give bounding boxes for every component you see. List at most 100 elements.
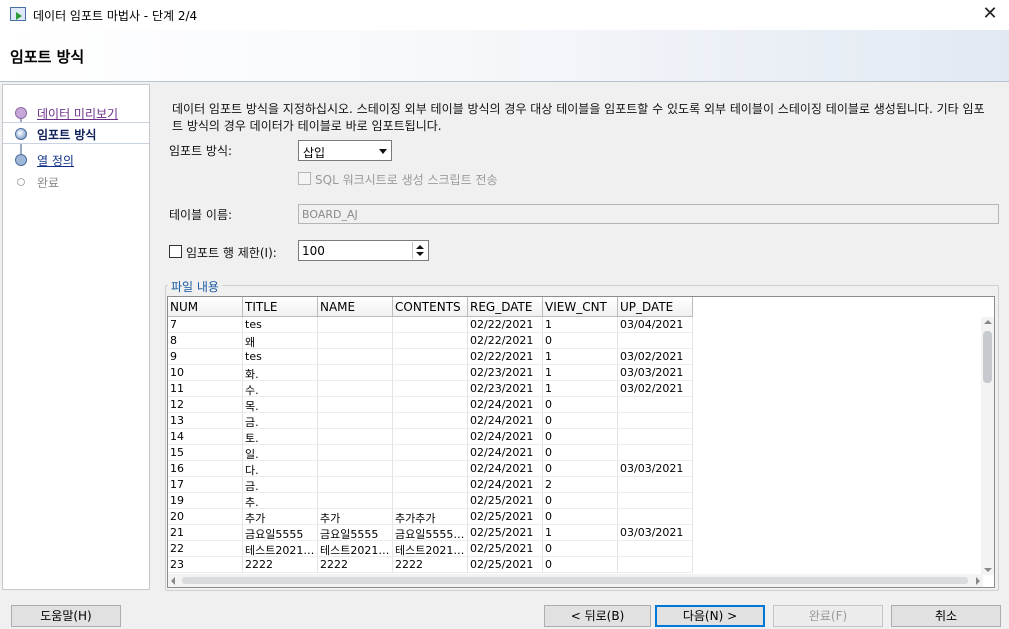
step-import-method[interactable]: 임포트 방식	[3, 122, 149, 144]
step-data-preview[interactable]: 데이터 미리보기	[3, 102, 149, 124]
next-button[interactable]: 다음(N) >	[655, 605, 765, 627]
column-header[interactable]: VIEW_CNT	[543, 297, 618, 317]
table-row[interactable]: 16 다. 02/24/2021 0 03/03/2021	[168, 461, 693, 477]
table-cell: 20	[168, 509, 243, 525]
table-cell: 1	[543, 365, 618, 381]
table-cell: 0	[543, 429, 618, 445]
table-cell: 금요일5555,...	[393, 525, 468, 541]
scroll-up-icon[interactable]	[984, 320, 992, 324]
limit-rows-checkbox[interactable]	[169, 245, 182, 258]
stepper-up-icon[interactable]	[416, 245, 424, 249]
help-button[interactable]: 도움말(H)	[11, 605, 121, 627]
table-cell: 금요일5555	[243, 525, 318, 541]
table-row[interactable]: 12 목. 02/24/2021 0	[168, 397, 693, 413]
table-cell	[318, 461, 393, 477]
table-cell: tes	[243, 349, 318, 365]
table-cell: 테스트2021,...	[318, 541, 393, 557]
table-cell: 0	[543, 413, 618, 429]
table-row[interactable]: 8 왜 02/22/2021 0	[168, 333, 693, 349]
table-cell: 일.	[243, 445, 318, 461]
table-name-value: BOARD_AJ	[302, 208, 358, 221]
table-cell: 03/02/2021	[618, 381, 693, 397]
table-cell	[393, 429, 468, 445]
table-cell: 금.	[243, 477, 318, 493]
table-cell: 8	[168, 333, 243, 349]
table-row[interactable]: 15 일. 02/24/2021 0	[168, 445, 693, 461]
table-cell	[393, 317, 468, 333]
table-row[interactable]: 9 tes 02/22/2021 1 03/02/2021	[168, 349, 693, 365]
scroll-down-icon[interactable]	[984, 568, 992, 572]
column-header[interactable]: UP_DATE	[618, 297, 693, 317]
table-cell: tes	[243, 317, 318, 333]
column-header[interactable]: CONTENTS	[393, 297, 468, 317]
scroll-left-icon[interactable]	[171, 577, 175, 585]
limit-rows-stepper[interactable]: 100	[298, 240, 429, 261]
step-finish: 완료	[3, 171, 149, 193]
table-row[interactable]: 23 2222 2222 2222 02/25/2021 0	[168, 557, 693, 573]
table-row[interactable]: 20 추가 추가 추가추가 02/25/2021 0	[168, 509, 693, 525]
table-cell: 2222	[393, 557, 468, 573]
table-cell	[318, 429, 393, 445]
table-cell	[318, 397, 393, 413]
table-row[interactable]: 22 테스트2021,... 테스트2021,... 테스트2021,... 02/25…	[168, 541, 693, 557]
step-column-definition[interactable]: 열 정의	[3, 149, 149, 171]
table-cell: 추가추가	[393, 509, 468, 525]
table-cell: 0	[543, 493, 618, 509]
table-row[interactable]: 13 금. 02/24/2021 0	[168, 413, 693, 429]
table-cell: 03/04/2021	[618, 317, 693, 333]
import-method-select[interactable]: 삽입	[298, 140, 392, 161]
table-cell: 0	[543, 445, 618, 461]
table-cell	[618, 541, 693, 557]
horizontal-scrollbar[interactable]	[168, 574, 983, 587]
scroll-thumb[interactable]	[182, 577, 968, 584]
table-cell: 수.	[243, 381, 318, 397]
table-cell: 금.	[243, 413, 318, 429]
table-cell: 02/25/2021	[468, 493, 543, 509]
table-row[interactable]: 17 금. 02/24/2021 2	[168, 477, 693, 493]
table-cell: 15	[168, 445, 243, 461]
sql-worksheet-label: SQL 워크시트로 생성 스크립트 전송	[315, 173, 498, 187]
vertical-scrollbar[interactable]	[981, 317, 994, 575]
table-cell	[318, 333, 393, 349]
table-cell: 2222	[318, 557, 393, 573]
table-cell: 화.	[243, 365, 318, 381]
table-row[interactable]: 11 수. 02/23/2021 1 03/02/2021	[168, 381, 693, 397]
table-row[interactable]: 14 토. 02/24/2021 0	[168, 429, 693, 445]
cancel-button[interactable]: 취소	[891, 605, 1001, 627]
table-row[interactable]: 19 추. 02/25/2021 0	[168, 493, 693, 509]
table-cell	[318, 413, 393, 429]
scroll-thumb[interactable]	[983, 331, 992, 383]
column-header[interactable]: NAME	[318, 297, 393, 317]
sql-worksheet-checkbox[interactable]	[298, 172, 311, 185]
table-row[interactable]: 7 tes 02/22/2021 1 03/04/2021	[168, 317, 693, 333]
chevron-down-icon	[379, 149, 387, 154]
back-button[interactable]: < 뒤로(B)	[544, 605, 651, 627]
stepper-down-icon[interactable]	[416, 252, 424, 256]
table-cell: 03/03/2021	[618, 365, 693, 381]
scroll-right-icon[interactable]	[976, 577, 980, 585]
table-cell: 02/22/2021	[468, 333, 543, 349]
finish-button[interactable]: 완료(F)	[773, 605, 883, 627]
table-row[interactable]: 10 화. 02/23/2021 1 03/03/2021	[168, 365, 693, 381]
limit-rows-value: 100	[302, 244, 325, 258]
table-cell: 02/25/2021	[468, 509, 543, 525]
table-cell: 16	[168, 461, 243, 477]
stepper-buttons[interactable]	[412, 242, 427, 259]
table-row[interactable]: 21 금요일5555 금요일5555 금요일5555,... 02/25/2021 1 03…	[168, 525, 693, 541]
table-cell	[318, 445, 393, 461]
table-body: 7 tes 02/22/2021 1 03/04/2021 8 왜 02/22/2021 0 9 t…	[168, 317, 693, 573]
table-cell	[393, 461, 468, 477]
column-header[interactable]: NUM	[168, 297, 243, 317]
table-cell: 22	[168, 541, 243, 557]
table-cell	[393, 365, 468, 381]
table-cell	[318, 365, 393, 381]
table-cell: 11	[168, 381, 243, 397]
title-bar: 데이터 임포트 마법사 - 단계 2/4 ✕	[0, 0, 1009, 30]
table-cell: 토.	[243, 429, 318, 445]
column-header[interactable]: REG_DATE	[468, 297, 543, 317]
limit-rows-label: 임포트 행 제한(I):	[186, 246, 277, 260]
column-header[interactable]: TITLE	[243, 297, 318, 317]
table-cell: 02/25/2021	[468, 541, 543, 557]
table-cell: 0	[543, 541, 618, 557]
close-icon[interactable]: ✕	[979, 3, 1001, 25]
